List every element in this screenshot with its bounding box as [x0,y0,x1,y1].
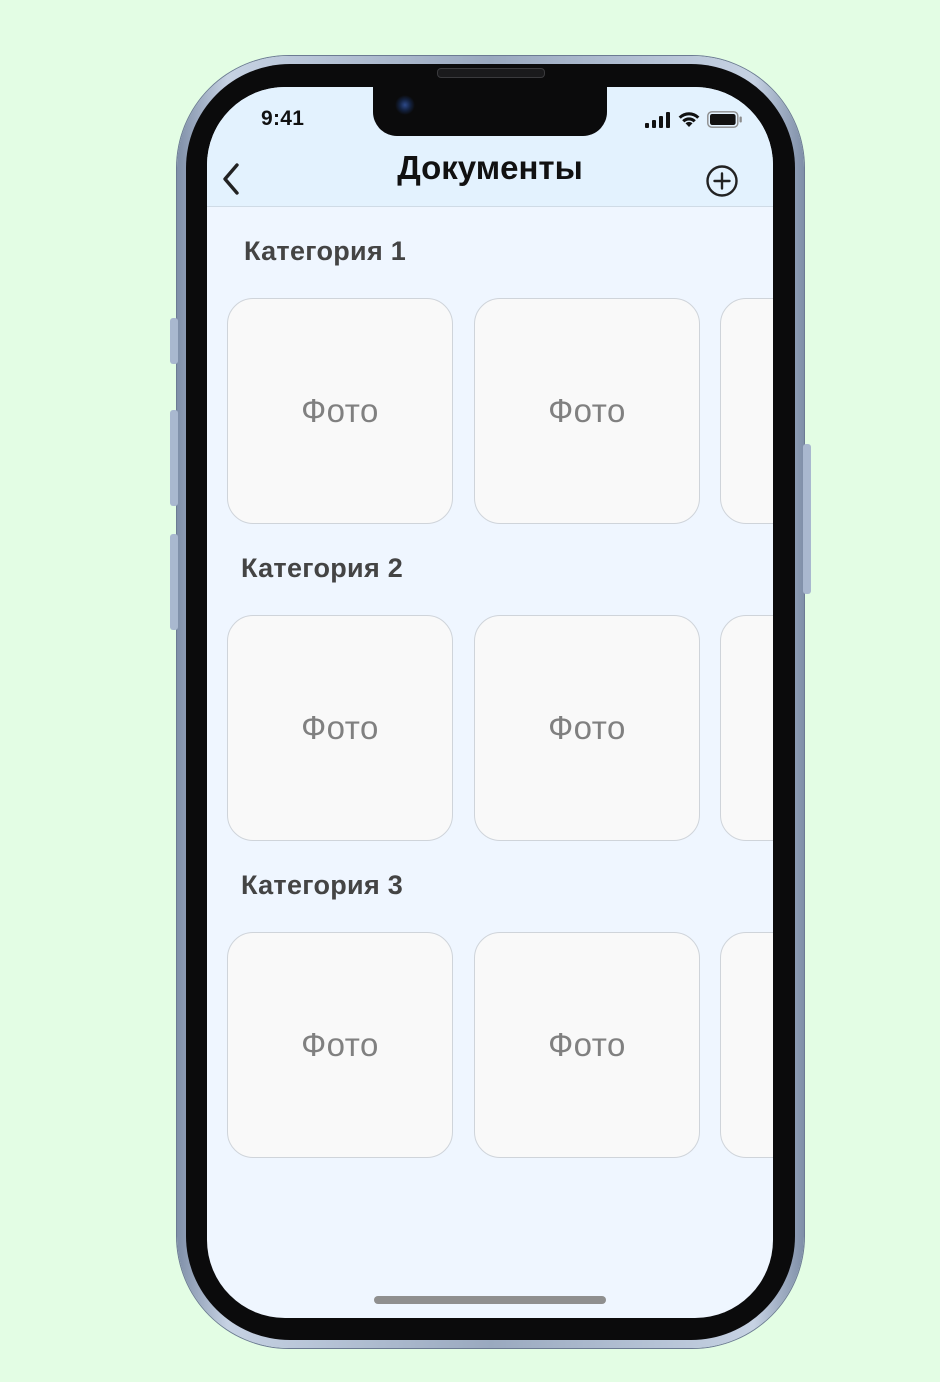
volume-up-button [170,410,178,506]
page-title: Документы [397,149,583,186]
plus-circle-icon [706,165,738,197]
photo-card[interactable] [720,298,773,524]
photo-card[interactable]: Фото [227,298,453,524]
photo-card[interactable]: Фото [474,298,700,524]
notch [373,87,607,136]
photo-card[interactable] [720,615,773,841]
photo-card[interactable]: Фото [474,932,700,1158]
category-row-2[interactable]: Фото Фото [227,615,773,843]
home-indicator[interactable] [374,1296,606,1304]
status-icons [645,111,743,128]
category-title-3: Категория 3 [241,870,404,900]
photo-card[interactable] [720,932,773,1158]
mute-switch [170,318,178,364]
earpiece-speaker [437,68,545,78]
power-button [803,444,811,594]
photo-card[interactable]: Фото [474,615,700,841]
add-button[interactable] [705,164,739,198]
category-row-1[interactable]: Фото Фото [227,298,773,526]
wifi-icon [678,112,700,127]
category-title-2: Категория 2 [241,553,404,583]
photo-card[interactable]: Фото [227,615,453,841]
status-time: 9:41 [261,107,305,130]
photo-card[interactable]: Фото [227,932,453,1158]
battery-icon [707,111,742,128]
cellular-signal-icon [645,111,670,128]
volume-down-button [170,534,178,630]
category-row-3[interactable]: Фото Фото [227,932,773,1160]
category-title-1: Категория 1 [244,236,407,266]
front-camera [395,95,415,115]
phone-screen: 9:41 Документы Категория 1 Фото Фото Кат… [207,87,773,1318]
